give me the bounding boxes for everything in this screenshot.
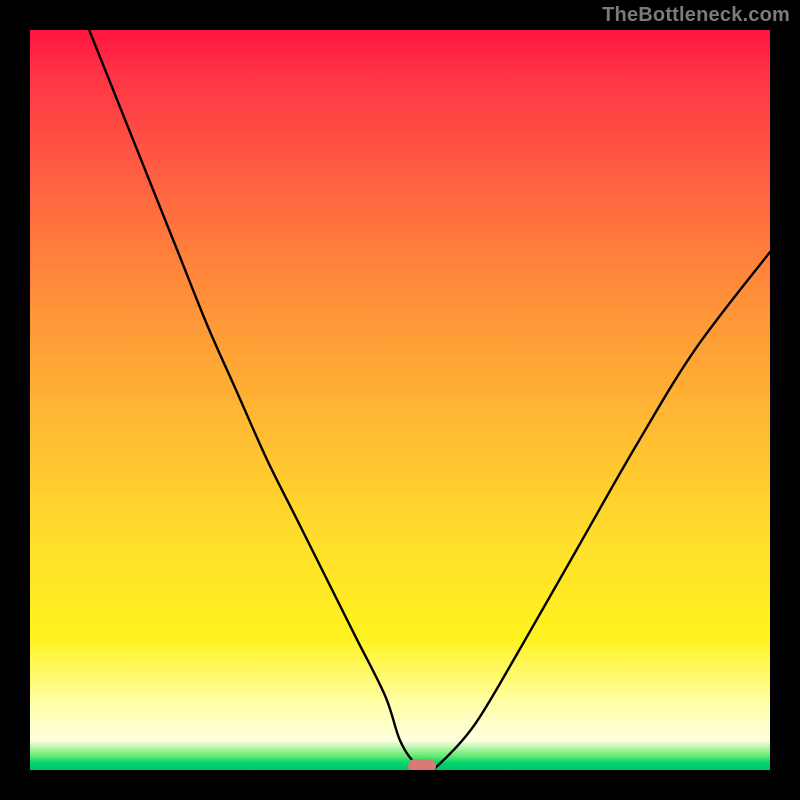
optimal-marker xyxy=(408,759,436,770)
plot-area xyxy=(30,30,770,770)
watermark-text: TheBottleneck.com xyxy=(602,4,790,27)
bottleneck-curve xyxy=(30,30,770,770)
chart-frame: TheBottleneck.com xyxy=(0,0,800,800)
